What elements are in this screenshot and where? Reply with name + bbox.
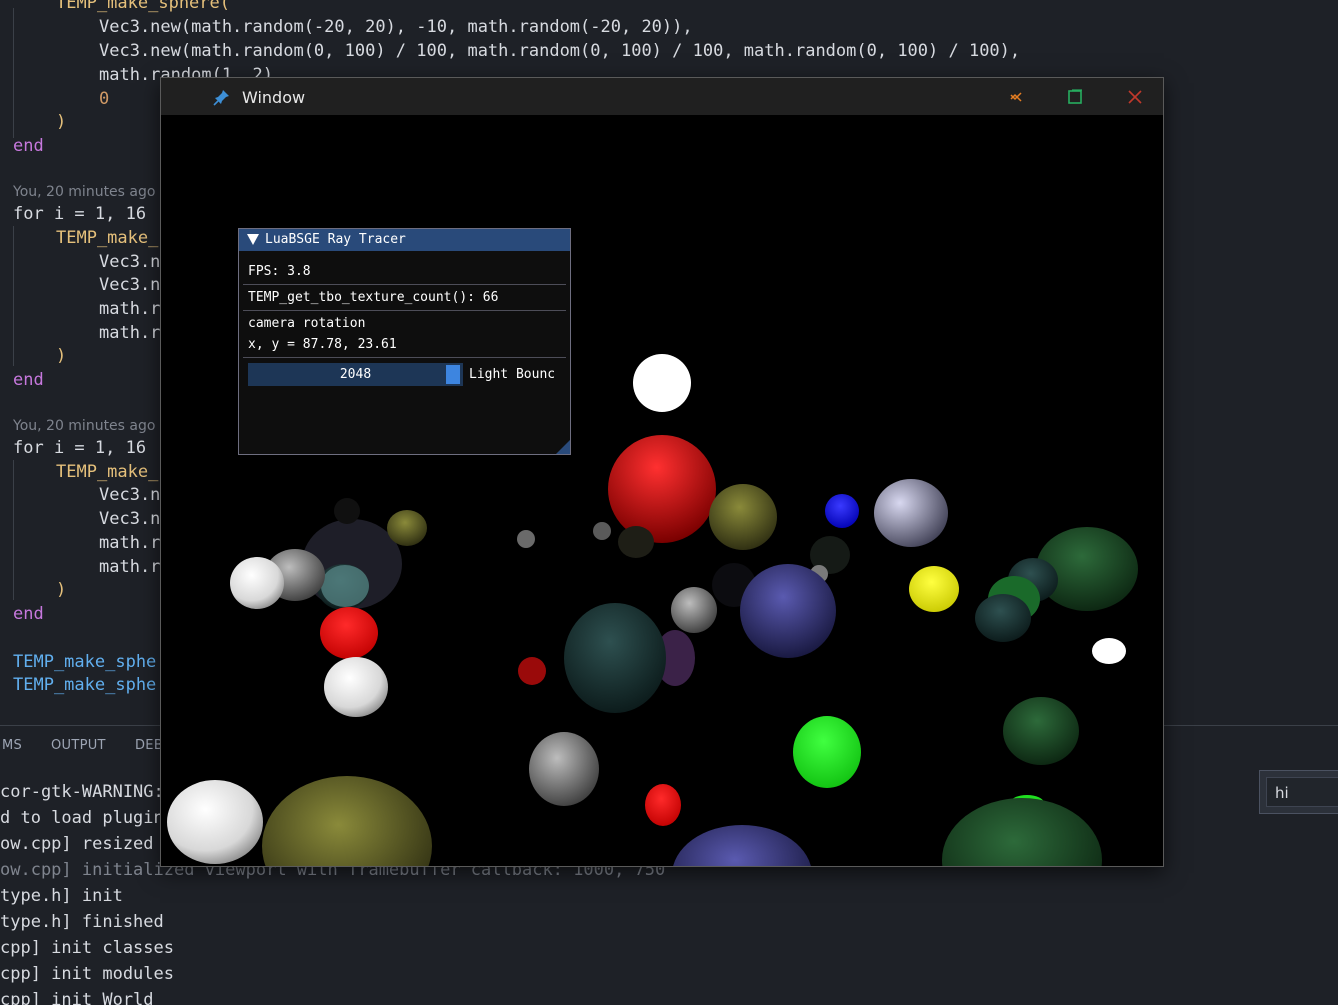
code-line: math.r: [99, 323, 161, 343]
camera-rotation-label: camera rotation: [248, 316, 366, 331]
separator: [243, 284, 566, 285]
terminal-line: cpp] init modules: [0, 964, 174, 984]
code-line: math.r: [99, 533, 161, 553]
find-widget: hi: [1259, 770, 1338, 814]
code-line: for i = 1, 16: [13, 204, 147, 224]
imgui-title-bar[interactable]: LuaBSGE Ray Tracer: [239, 229, 570, 251]
tab-output[interactable]: OUTPUT: [51, 738, 106, 753]
sphere: [593, 522, 611, 540]
texture-count-text: TEMP_get_tbo_texture_count(): 66: [248, 290, 499, 305]
sphere: [387, 510, 427, 546]
code-line: Vec3.n: [99, 275, 161, 295]
terminal-line: cpp] init World: [0, 990, 154, 1005]
sphere: [793, 716, 861, 788]
sphere: [230, 557, 284, 609]
code-line: for i = 1, 16: [13, 438, 147, 458]
sphere: [324, 657, 388, 717]
collapse-triangle-icon[interactable]: [247, 234, 259, 245]
git-blame-annotation: You, 20 minutes ago: [13, 184, 156, 200]
sphere: [618, 526, 654, 558]
separator: [243, 310, 566, 311]
sphere: [529, 732, 599, 806]
terminal-line: cpp] init classes: [0, 938, 174, 958]
slider-value: 2048: [339, 367, 372, 382]
render-viewport[interactable]: LuaBSGE Ray Tracer FPS: 3.8 TEMP_get_tbo…: [162, 115, 1162, 866]
sphere: [874, 479, 948, 547]
window-title: Window: [242, 88, 306, 107]
sphere: [564, 603, 666, 713]
code-line: Vec3.n: [99, 509, 161, 529]
sphere: [262, 776, 432, 866]
sphere: [608, 435, 716, 543]
camera-rotation-values: x, y = 87.78, 23.61: [248, 337, 397, 352]
terminal-line: d to load plugin: [0, 808, 164, 828]
sphere: [942, 798, 1102, 866]
code-line: TEMP_make_sphere(: [56, 0, 230, 13]
sphere: [1092, 638, 1126, 664]
indent-guide: [13, 8, 14, 138]
code-line: Vec3.n: [99, 485, 161, 505]
sphere: [518, 657, 546, 685]
sphere: [1003, 697, 1079, 765]
resize-grip[interactable]: [556, 440, 570, 454]
terminal-line: type.h] init: [0, 886, 123, 906]
fps-text: FPS: 3.8: [248, 264, 311, 279]
code-line: math.r: [99, 299, 161, 319]
code-line: Vec3.n: [99, 252, 161, 272]
indent-guide: [13, 226, 14, 366]
sphere: [321, 565, 369, 607]
code-line: math.r: [99, 557, 161, 577]
code-line: TEMP_make_: [56, 462, 159, 482]
separator: [243, 357, 566, 358]
sphere: [975, 594, 1031, 642]
maximize-icon[interactable]: [1065, 87, 1085, 107]
code-line: Vec3.new(math.random(0, 100) / 100, math…: [99, 41, 1021, 61]
sphere: [909, 566, 959, 612]
code-line: ): [56, 346, 67, 366]
code-line: TEMP_make_: [56, 228, 159, 248]
close-icon[interactable]: [1125, 87, 1145, 107]
sphere: [825, 494, 859, 528]
code-line: end: [13, 136, 44, 156]
light-bounce-slider[interactable]: 2048: [248, 363, 463, 386]
window-titlebar[interactable]: Window: [161, 78, 1163, 115]
code-line: ): [56, 580, 67, 600]
pin-icon[interactable]: [213, 88, 231, 106]
slider-label: Light Bounc: [469, 367, 556, 382]
imgui-title: LuaBSGE Ray Tracer: [265, 232, 406, 247]
sphere: [517, 530, 535, 548]
sphere: [673, 825, 811, 866]
code-line: end: [13, 604, 44, 624]
minimize-icon[interactable]: [1006, 87, 1026, 107]
tab-problems[interactable]: MS: [2, 738, 22, 753]
code-line: TEMP_make_sphe: [13, 675, 157, 695]
terminal-line: ow.cpp] resized: [0, 834, 154, 854]
indent-guide: [13, 460, 14, 600]
git-blame-annotation: You, 20 minutes ago: [13, 418, 156, 434]
app-window[interactable]: Window LuaBSGE Ray Tracer FPS: 3.8 TEMP_…: [160, 77, 1164, 867]
code-line: Vec3.new(math.random(-20, 20), -10, math…: [99, 17, 693, 37]
find-input[interactable]: hi: [1266, 777, 1338, 807]
sphere: [740, 564, 836, 658]
sphere: [645, 784, 681, 826]
terminal-line: type.h] finished: [0, 912, 164, 932]
sphere: [633, 354, 691, 412]
terminal-line: cor-gtk-WARNING:: [0, 782, 164, 802]
code-line: 0: [99, 89, 110, 109]
sphere: [320, 607, 378, 659]
sphere: [167, 780, 263, 864]
tab-debug[interactable]: DEB: [135, 738, 163, 753]
sphere: [671, 587, 717, 633]
imgui-panel[interactable]: LuaBSGE Ray Tracer FPS: 3.8 TEMP_get_tbo…: [238, 228, 571, 455]
code-line: end: [13, 370, 44, 390]
code-line: TEMP_make_sphe: [13, 652, 157, 672]
sphere: [334, 498, 360, 524]
code-line: ): [56, 112, 67, 132]
slider-grab-handle[interactable]: [446, 365, 460, 384]
sphere: [709, 484, 777, 550]
